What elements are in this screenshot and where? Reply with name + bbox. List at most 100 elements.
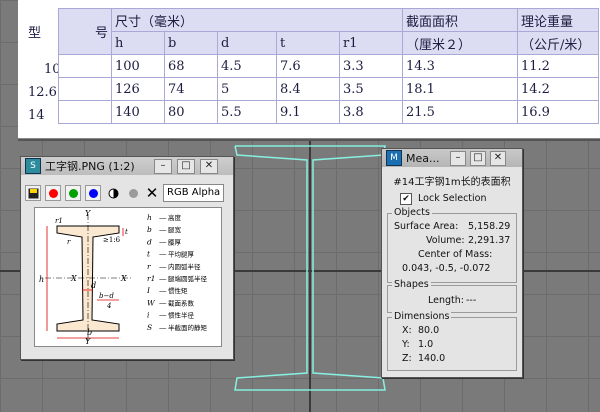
measure-titlebar[interactable]: M Mea... – □ ✕ — [382, 149, 522, 167]
legend-dash: — — [159, 237, 167, 246]
cell-r1: 3.3 — [339, 54, 403, 78]
dim-x-label: X: — [402, 325, 412, 336]
clear-icon[interactable]: ✕ — [145, 186, 159, 201]
cell-d: 5 — [217, 77, 277, 101]
col-d: d — [217, 31, 277, 55]
legend-key: I — [146, 286, 151, 295]
length-value: --- — [466, 295, 477, 306]
y-axis-label: Y — [85, 209, 91, 218]
image-viewer-window[interactable]: S 工字钢.PNG (1:2) – □ ✕ ✕ RGB Alpha Y Y X … — [20, 156, 234, 360]
objects-group: Objects Surface Area: 5,158.29 Volume: 2… — [387, 207, 517, 283]
legend-dash: — — [159, 213, 167, 222]
red-channel-button[interactable] — [45, 185, 61, 201]
legend-key: d — [147, 237, 152, 246]
table-header-area: 截面面积 — [402, 8, 518, 32]
cell-area: 18.1 — [402, 77, 518, 101]
alpha-channel-icon[interactable] — [125, 185, 141, 201]
legend-key: b — [147, 225, 152, 234]
close-button[interactable]: ✕ — [490, 151, 506, 166]
lock-selection-row[interactable]: ✔ Lock Selection — [400, 193, 487, 205]
measured-object-name: #14工字钢1m长的表面积 — [393, 177, 511, 188]
col-h: h — [111, 31, 165, 55]
dim-z-value: 140.0 — [418, 353, 446, 364]
volume-value: 2,291.37 — [468, 235, 511, 246]
h-dimension-label: h — [39, 275, 44, 284]
legend-value: 半截面的静矩 — [168, 323, 208, 332]
table-header-area-unit: （厘米２） — [402, 31, 518, 55]
close-button[interactable]: ✕ — [200, 159, 218, 174]
cell-area: 21.5 — [402, 100, 518, 124]
lock-selection-checkbox[interactable]: ✔ — [400, 193, 412, 205]
cell-r1: 3.8 — [339, 100, 403, 124]
legend-value: 惯性矩 — [168, 286, 188, 295]
cell-area: 14.3 — [402, 54, 518, 78]
x-axis-label: X — [70, 274, 77, 283]
legend-value: 腿宽 — [168, 225, 182, 234]
cell-r1: 3.5 — [339, 77, 403, 101]
dim-y-value: 1.0 — [418, 339, 434, 350]
dim-x-value: 80.0 — [418, 325, 440, 336]
cell-b: 68 — [164, 54, 218, 78]
ibeam-profile-outline[interactable] — [225, 140, 395, 395]
cell-h: 100 — [111, 54, 165, 78]
legend-dash: — — [159, 274, 167, 283]
table-header-xing: 型 — [28, 26, 42, 41]
d-dimension-label: d — [91, 281, 96, 290]
blue-channel-button[interactable] — [85, 185, 101, 201]
row-model: 14 — [28, 108, 45, 123]
image-viewer-titlebar[interactable]: S 工字钢.PNG (1:2) – □ ✕ — [21, 157, 233, 175]
dim-z-label: Z: — [402, 353, 412, 364]
table-row: 140 80 5.5 9.1 3.8 21.5 16.9 — [58, 100, 599, 124]
surface-area-label: Surface Area: — [394, 221, 459, 232]
table-header-weight-unit: （公斤/米） — [517, 31, 599, 55]
app-icon: M — [386, 150, 402, 166]
r1-label: r1 — [55, 217, 63, 225]
legend-dash: — — [159, 298, 167, 307]
surface-area-value: 5,158.29 — [468, 221, 511, 232]
window-title: Mea... — [406, 151, 440, 165]
cell-d: 5.5 — [217, 100, 277, 124]
save-icon[interactable] — [25, 185, 41, 201]
cell-t: 9.1 — [276, 100, 340, 124]
legend-dash: — — [159, 250, 167, 259]
legend-value: 内圆弧半径 — [168, 262, 201, 271]
ibeam-diagram-image: Y Y X X h b d b−d 4 t ≥1:6 r1 r h — 高度 b — 腿宽… — [34, 207, 222, 347]
cell-h: 126 — [111, 77, 165, 101]
cell-t: 7.6 — [276, 54, 340, 78]
app-icon: S — [25, 158, 41, 174]
minimize-button[interactable]: – — [450, 151, 466, 166]
legend-value: 截面系数 — [168, 298, 195, 307]
minimize-button[interactable]: – — [154, 159, 172, 174]
measure-window[interactable]: M Mea... – □ ✕ #14工字钢1m长的表面积 ✔ Lock Sele… — [381, 148, 523, 378]
legend-value: 惯性半径 — [168, 311, 195, 320]
shapes-group: Shapes Length: --- — [387, 279, 517, 313]
legend-key: S — [147, 323, 152, 332]
dim-y-label: Y: — [402, 339, 410, 350]
legend-dash: — — [159, 311, 167, 320]
table-header-weight: 理论重量 — [517, 8, 599, 32]
image-toolbar: ✕ RGB Alpha — [25, 183, 225, 203]
green-channel-button[interactable] — [65, 185, 81, 201]
channel-select[interactable]: RGB Alpha — [163, 184, 225, 202]
lock-selection-label: Lock Selection — [418, 193, 487, 204]
shapes-group-label: Shapes — [392, 279, 431, 290]
row-model: 12.6 — [28, 85, 57, 100]
cell-weight: 16.9 — [517, 100, 599, 124]
objects-group-label: Objects — [392, 207, 432, 218]
spec-table-panel: 型 10 12.6 14 号 尺寸（毫米） 截面面积 理论重量 h b d t … — [18, 0, 600, 139]
maximize-button[interactable]: □ — [177, 159, 195, 174]
maximize-button[interactable]: □ — [470, 151, 486, 166]
legend-key: r — [147, 262, 151, 271]
cell-b: 74 — [164, 77, 218, 101]
cell-weight: 11.2 — [517, 54, 599, 78]
mono-channel-icon[interactable] — [105, 185, 121, 201]
table-header-size: 尺寸（毫米） — [111, 8, 403, 32]
legend-value: 高度 — [168, 213, 182, 222]
t-dimension-label: t — [125, 228, 128, 236]
volume-label: Volume: — [426, 235, 465, 246]
table-row: 126 74 5 8.4 3.5 18.1 14.2 — [58, 77, 599, 101]
b-minus-d-label: b−d — [99, 292, 114, 300]
dimensions-group-label: Dimensions — [392, 311, 452, 322]
table-row: 100 68 4.5 7.6 3.3 14.3 11.2 — [58, 54, 599, 78]
legend-value: 平均腿厚 — [168, 250, 195, 259]
